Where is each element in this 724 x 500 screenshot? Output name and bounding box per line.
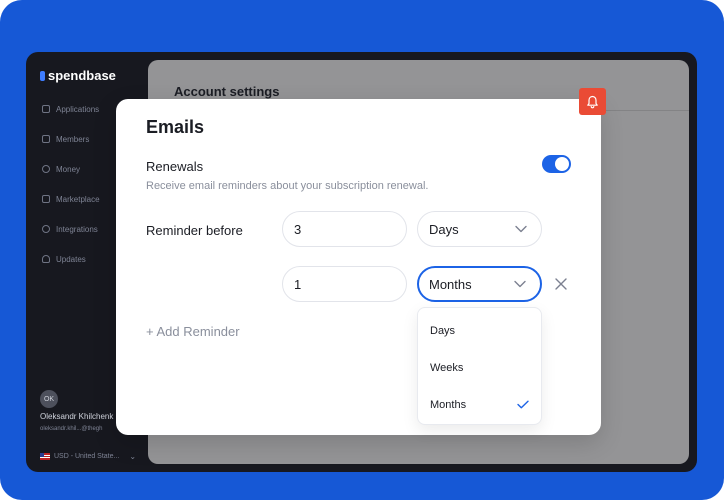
sidebar-item-label: Money — [56, 164, 81, 174]
bell-icon — [42, 255, 50, 263]
logo: spendbase — [40, 68, 116, 83]
currency-label: USD - United State... — [54, 453, 120, 460]
reminder-amount-value: 1 — [294, 276, 302, 292]
logo-text: spendbase — [48, 68, 116, 83]
dropdown-option-weeks[interactable]: Weeks — [418, 349, 541, 386]
add-reminder-button[interactable]: + Add Reminder — [146, 324, 240, 339]
reminder-amount-value: 3 — [294, 221, 302, 237]
grid-icon — [42, 105, 50, 113]
reminder-unit-value: Months — [429, 276, 472, 292]
chevron-down-icon — [515, 225, 527, 233]
sidebar-item-updates[interactable]: Updates — [42, 252, 86, 266]
reminder-amount-input[interactable]: 1 — [282, 266, 407, 302]
user-name: Oleksandr Khilchenk — [40, 412, 114, 421]
sidebar-item-label: Marketplace — [56, 194, 100, 204]
sidebar-item-label: Applications — [56, 104, 100, 114]
chevron-down-icon: ⌄ — [129, 452, 137, 461]
users-icon — [42, 135, 50, 143]
dropdown-option-days[interactable]: Days — [418, 312, 541, 349]
bag-icon — [42, 195, 50, 203]
reminder-before-label: Reminder before — [146, 223, 243, 238]
currency-selector[interactable]: USD - United State... ⌄ — [40, 452, 136, 461]
close-icon — [555, 278, 567, 290]
us-flag-icon — [40, 453, 50, 460]
check-icon — [517, 400, 529, 409]
dropdown-option-label: Months — [430, 398, 467, 411]
sidebar-item-integrations[interactable]: Integrations — [42, 222, 98, 236]
sidebar-item-applications[interactable]: Applications — [42, 102, 99, 116]
renewals-description: Receive email reminders about your subsc… — [146, 180, 429, 192]
dropdown-option-label: Days — [430, 324, 456, 337]
reminder-unit-value: Days — [429, 221, 459, 237]
sidebar-item-label: Members — [56, 134, 90, 144]
notification-button[interactable] — [579, 88, 606, 115]
chevron-down-icon — [514, 280, 526, 288]
logo-icon — [40, 70, 45, 81]
renewals-toggle[interactable] — [542, 155, 571, 173]
sidebar-item-label: Integrations — [56, 224, 98, 234]
sidebar-item-marketplace[interactable]: Marketplace — [42, 192, 100, 206]
dropdown-option-label: Weeks — [430, 361, 464, 374]
sidebar-item-members[interactable]: Members — [42, 132, 89, 146]
user-email: oleksandr.khil...@thegh — [40, 426, 103, 432]
bell-icon — [587, 95, 598, 108]
reminder-amount-input[interactable]: 3 — [282, 211, 407, 247]
sidebar-item-label: Updates — [56, 254, 86, 264]
unit-dropdown-menu: Days Weeks Months — [417, 307, 542, 425]
toggle-knob — [555, 157, 569, 171]
dollar-icon — [42, 165, 50, 173]
link-icon — [42, 225, 50, 233]
renewals-label: Renewals — [146, 159, 204, 174]
reminder-unit-select[interactable]: Days — [417, 211, 542, 247]
reminder-unit-select-open[interactable]: Months — [417, 266, 542, 302]
avatar[interactable]: OK — [40, 390, 58, 408]
background: spendbase Applications Members Money Mar… — [0, 0, 724, 500]
remove-reminder-button[interactable] — [553, 276, 569, 292]
modal-title: Emails — [146, 117, 205, 137]
sidebar-item-money[interactable]: Money — [42, 162, 80, 176]
page-title: Account settings — [174, 84, 280, 99]
dropdown-option-months[interactable]: Months — [418, 386, 541, 423]
